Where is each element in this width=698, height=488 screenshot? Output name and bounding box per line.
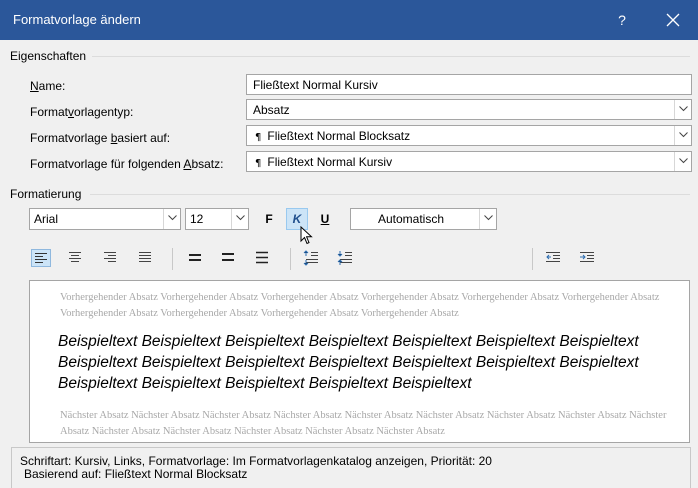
chevron-down-icon[interactable] [479,209,496,229]
chevron-down-icon[interactable] [674,126,691,145]
properties-group-label: Eigenschaften [10,49,87,63]
next-style-value: Fließtext Normal Kursiv [267,155,393,169]
style-type-select[interactable]: Absatz [246,99,692,120]
name-label: Name: [30,79,66,93]
style-type-label: Formatvorlagentyp: [30,105,134,119]
bold-button[interactable]: F [258,208,280,230]
chevron-down-icon[interactable] [231,209,248,229]
based-on-value: Fließtext Normal Blocksatz [267,129,411,143]
double-spacing-icon[interactable] [253,249,273,267]
align-right-icon[interactable] [101,249,121,267]
single-spacing-icon[interactable] [186,249,206,267]
group-divider [90,194,690,195]
style-description: Schriftart: Kursiv, Links, Formatvorlage… [11,447,691,488]
description-line-2: Basierend auf: Fließtext Normal Blocksat… [24,467,248,481]
paragraph-style-icon: ¶ [255,158,262,169]
next-style-label: Formatvorlage für folgenden Absatz: [30,157,224,171]
font-color-select[interactable]: Automatisch [350,208,497,230]
help-button[interactable]: ? [612,10,632,30]
formatting-group-label: Formatierung [10,187,82,201]
based-on-label: Formatvorlage basiert auf: [30,131,171,145]
dialog-title: Formatvorlage ändern [13,12,141,27]
name-input-value: Fließtext Normal Kursiv [253,78,378,92]
close-icon [666,13,680,27]
toolbar-separator [532,248,533,270]
underline-button[interactable]: U [314,208,336,230]
align-left-icon[interactable] [31,249,51,267]
toolbar-separator [172,248,173,270]
style-preview: Vorhergehender Absatz Vorhergehender Abs… [29,280,690,443]
font-value: Arial [34,212,59,226]
decrease-spacing-before-icon[interactable] [302,249,322,267]
based-on-select[interactable]: ¶ Fließtext Normal Blocksatz [246,125,692,146]
chevron-down-icon[interactable] [674,100,691,119]
decrease-indent-icon[interactable] [544,249,564,267]
close-button[interactable] [660,8,686,32]
toolbar-separator [290,248,291,270]
increase-indent-icon[interactable] [578,249,598,267]
paragraph-style-icon: ¶ [255,132,262,143]
preview-previous-paragraph: Vorhergehender Absatz Vorhergehender Abs… [60,292,660,319]
align-justify-icon[interactable] [136,249,156,267]
group-divider [92,56,690,57]
name-input[interactable]: Fließtext Normal Kursiv [246,74,692,95]
chevron-down-icon[interactable] [674,152,691,171]
mouse-cursor-icon [300,226,313,245]
title-bar: Formatvorlage ändern ? [0,0,698,40]
one-half-spacing-icon[interactable] [219,249,239,267]
font-select[interactable]: Arial [29,208,181,230]
next-style-select[interactable]: ¶ Fließtext Normal Kursiv [246,151,692,172]
increase-spacing-before-icon[interactable] [336,249,356,267]
style-type-value: Absatz [253,103,290,117]
preview-sample-text: Beispieltext Beispieltext Beispieltext B… [58,333,639,392]
font-size-select[interactable]: 12 [185,208,249,230]
font-size-value: 12 [190,212,204,226]
chevron-down-icon[interactable] [163,209,180,229]
font-color-value: Automatisch [377,212,445,226]
preview-next-paragraph: Nächster Absatz Nächster Absatz Nächster… [60,410,667,437]
align-center-icon[interactable] [66,249,86,267]
